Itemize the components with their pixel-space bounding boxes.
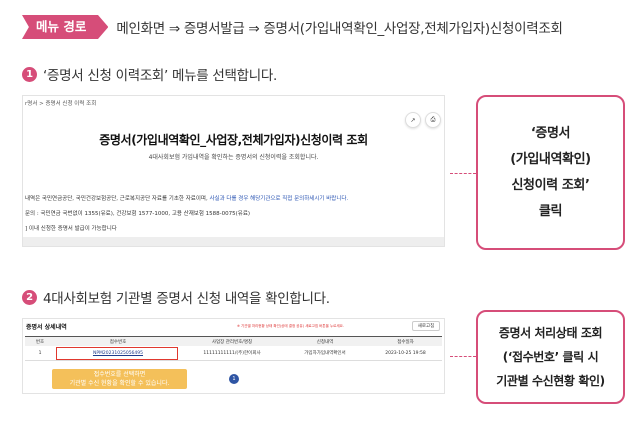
menu-path-text: 메인화면 ⇒ 증명서발급 ⇒ 증명서(가입내역확인_사업장,전체가입자)신청이력… xyxy=(116,21,563,37)
contact-line: 문의 : 국민연금 국번없이 1355(유료), 건강보험 1577-1000,… xyxy=(25,211,251,217)
callout-1-line: 신청이력 조회’ xyxy=(511,177,590,193)
step-2-number: 2 xyxy=(22,289,37,305)
page-title: 증명서(가입내역확인_사업장,전체가입자)신청이력 조회 xyxy=(99,133,368,147)
breadcrumb: r명서 > 증명서 신청 이력 조회 xyxy=(25,101,97,107)
tooltip-line: 기관별 수신 현황을 확인할 수 있습니다. xyxy=(69,380,170,387)
callout-2-line: (‘접수번호’ 클릭 시 xyxy=(502,350,599,364)
callout-1-line: 클릭 xyxy=(538,203,563,219)
print-icon[interactable]: ⎙ xyxy=(425,112,441,128)
notice-line: 내역은 국민연금공단, 국민건강보험공단, 근로복지공단 자료를 기초한 자료이… xyxy=(25,194,348,202)
step-1-text: ‘증명서 신청 이력조회’ 메뉴를 선택합니다. xyxy=(43,68,277,84)
callout-1-connector xyxy=(450,173,476,174)
callout-2-line: 증명서 처리상태 조회 xyxy=(498,326,603,340)
callout-2-line: 기관별 수신현황 확인) xyxy=(496,374,605,388)
request-type: 가입자가입내역확인서 xyxy=(304,351,346,356)
business-id: 11111111111/(주)한이회사 xyxy=(203,351,261,356)
detail-title: 증명서 상세내역 xyxy=(26,324,67,331)
column-header: 접수일자 xyxy=(397,339,414,345)
callout-2: 증명서 처리상태 조회 (‘접수번호’ 클릭 시 기관별 수신현황 확인) xyxy=(476,310,625,404)
notice-plain: 내역은 국민연금공단, 국민건강보험공단, 근로복지공단 자료를 기초한 자료이… xyxy=(25,196,210,202)
callout-2-connector xyxy=(450,356,476,357)
menu-path: 메뉴 경로 메인화면 ⇒ 증명서발급 ⇒ 증명서(가입내역확인_사업장,전체가입… xyxy=(22,14,563,40)
note-line: ] 이내 신청한 증명서 발급이 가능합니다 xyxy=(25,226,117,232)
refresh-button[interactable]: 새로고침 xyxy=(412,321,440,331)
column-header: 신청내역 xyxy=(316,339,334,345)
page-subtitle: 4대사회보험 가입내역을 확인하는 증명서의 신청이력을 조회합니다. xyxy=(148,154,319,161)
step-1-number: 1 xyxy=(22,66,37,82)
share-icon[interactable]: ↗ xyxy=(405,112,421,128)
step-2-screenshot: 증명서 상세내역 ※ 기관별 처리현황 상태 확인(상태 결정 공유) 새로고침… xyxy=(22,318,445,394)
receipt-tooltip: 접수번호를 선택하면 기관별 수신 현황을 확인할 수 있습니다. xyxy=(52,369,187,389)
refresh-notice: ※ 기관별 처리현황 상태 확인(상태 결정 공유) 새로고침 버튼을 누르세요… xyxy=(237,324,344,328)
row-number: 1 xyxy=(38,350,42,356)
step-1-heading: 1 ‘증명서 신청 이력조회’ 메뉴를 선택합니다. xyxy=(22,64,277,84)
pagination-page-1[interactable]: 1 xyxy=(229,374,239,384)
callout-1-line: ‘증명서 xyxy=(530,125,571,141)
callout-1-line: (가입내역확인) xyxy=(510,151,591,167)
receipt-number-highlight xyxy=(56,347,178,360)
menu-path-badge: 메뉴 경로 xyxy=(22,15,109,39)
step-2-text: 4대사회보험 기관별 증명서 신청 내역을 확인합니다. xyxy=(43,291,330,307)
column-header: 사업장 관리번호/명칭 xyxy=(211,339,253,345)
column-header: 번호 xyxy=(35,339,45,345)
screen-footer-bar xyxy=(23,237,444,246)
receipt-date: 2023-10-25 19:58 xyxy=(385,350,426,356)
step-1-screenshot: r명서 > 증명서 신청 이력 조회 ↗ ⎙ 증명서(가입내역확인_사업장,전체… xyxy=(22,95,445,247)
tooltip-line: 접수번호를 선택하면 xyxy=(93,371,146,378)
step-2-heading: 2 4대사회보험 기관별 증명서 신청 내역을 확인합니다. xyxy=(22,287,330,307)
notice-link[interactable]: 사실과 다를 경우 해당기관으로 직접 문의하세시기 바랍니다. xyxy=(209,196,348,202)
callout-1: ‘증명서 (가입내역확인) 신청이력 조회’ 클릭 xyxy=(476,95,625,250)
column-header: 접수번호 xyxy=(109,339,127,345)
table-header: 번호 접수번호 사업장 관리번호/명칭 신청내역 접수일자 xyxy=(25,336,442,346)
